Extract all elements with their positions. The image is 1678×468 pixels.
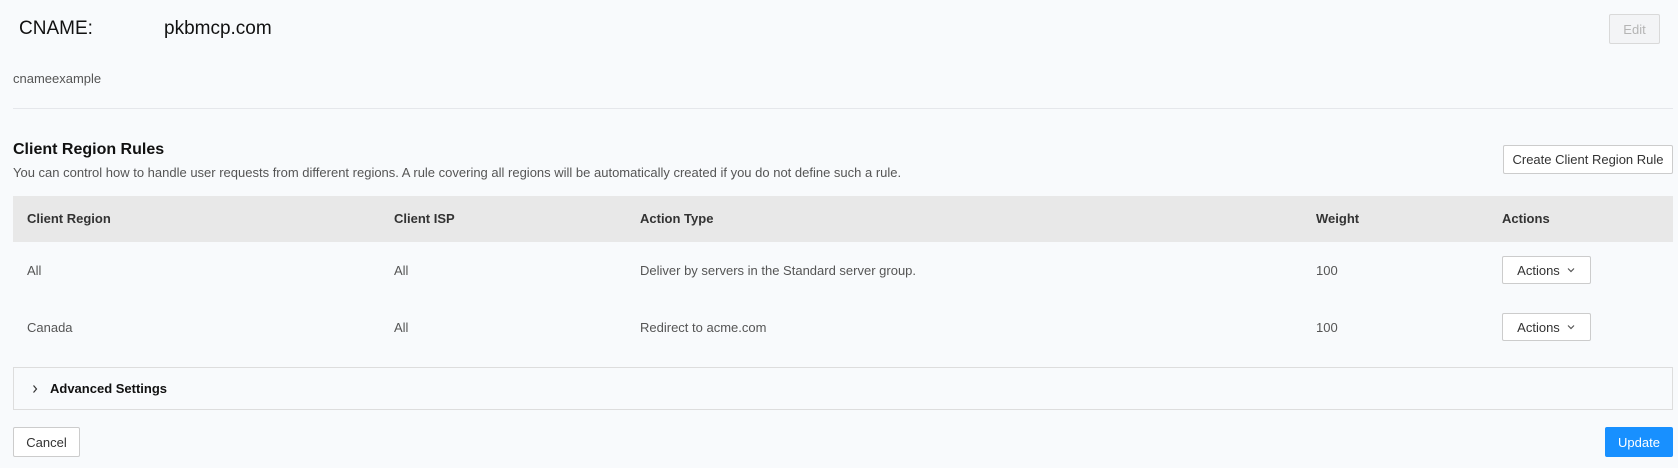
row-actions-dropdown[interactable]: Actions (1502, 256, 1591, 284)
section-title: Client Region Rules (13, 141, 165, 158)
cell-client-region: Canada (27, 320, 73, 335)
cell-client-region: All (27, 263, 42, 278)
column-header-client-region: Client Region (27, 211, 111, 226)
cell-client-isp: All (394, 320, 409, 335)
column-header-action-type: Action Type (640, 211, 714, 226)
advanced-settings-label: Advanced Settings (50, 381, 168, 396)
create-client-region-rule-button[interactable]: Create Client Region Rule (1503, 145, 1673, 174)
chevron-right-icon (33, 385, 38, 393)
row-actions-dropdown[interactable]: Actions (1502, 313, 1591, 341)
cell-weight: 100 (1316, 320, 1338, 335)
table-row: All All Deliver by servers in the Standa… (13, 242, 1673, 299)
cname-header: CNAME: pkbmcp.com Edit (0, 0, 1678, 58)
cname-description: cnameexample (13, 71, 102, 86)
section-description: You can control how to handle user reque… (13, 165, 902, 180)
client-region-rules-table: Client Region Client ISP Action Type Wei… (13, 196, 1673, 356)
advanced-settings-toggle[interactable]: Advanced Settings (13, 367, 1673, 410)
cell-action-type: Deliver by servers in the Standard serve… (640, 263, 917, 278)
column-header-weight: Weight (1316, 211, 1360, 226)
table-header: Client Region Client ISP Action Type Wei… (13, 196, 1673, 242)
cname-label: CNAME: (19, 18, 93, 39)
actions-label: Actions (1517, 262, 1560, 278)
cell-action-type: Redirect to acme.com (640, 320, 767, 335)
column-header-actions: Actions (1502, 211, 1550, 226)
table-row: Canada All Redirect to acme.com 100 Acti… (13, 299, 1673, 356)
cell-weight: 100 (1316, 263, 1338, 278)
divider (13, 108, 1673, 109)
edit-button[interactable]: Edit (1609, 14, 1660, 44)
cancel-button[interactable]: Cancel (13, 427, 80, 457)
chevron-down-icon (1567, 268, 1575, 273)
cell-client-isp: All (394, 263, 409, 278)
actions-label: Actions (1517, 319, 1560, 335)
cname-value: pkbmcp.com (164, 18, 272, 39)
update-button[interactable]: Update (1605, 427, 1673, 457)
chevron-down-icon (1567, 325, 1575, 330)
column-header-client-isp: Client ISP (394, 211, 455, 226)
